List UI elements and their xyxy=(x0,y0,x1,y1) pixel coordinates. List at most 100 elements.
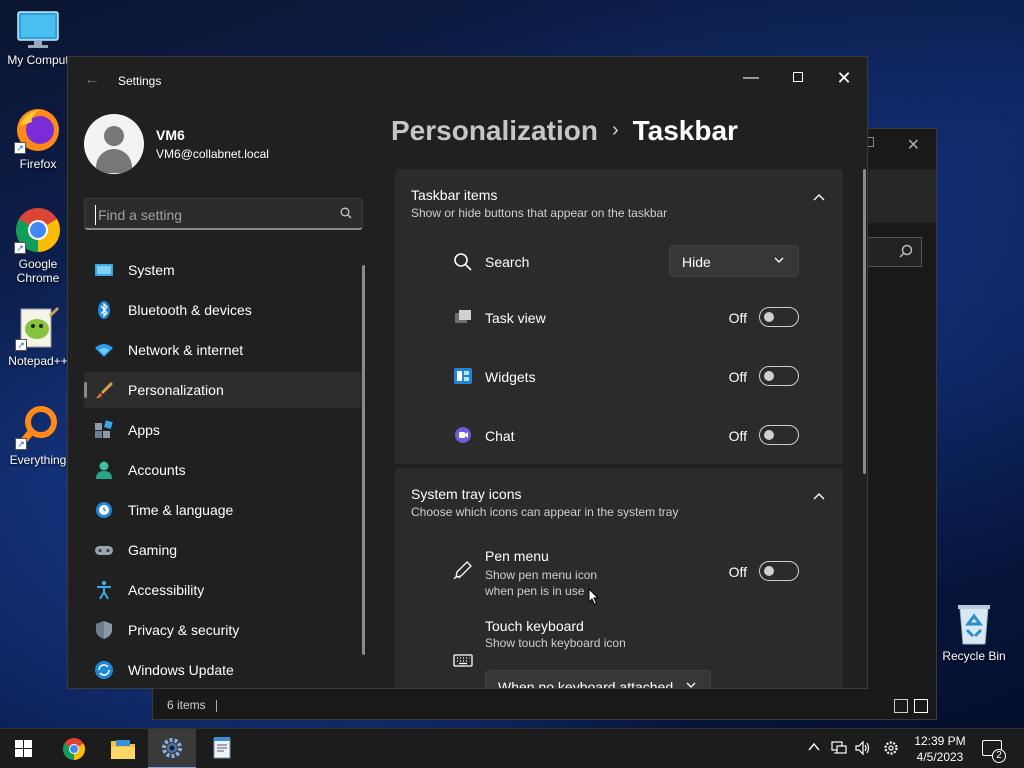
details-view-icon[interactable] xyxy=(894,699,908,713)
avatar-head-icon xyxy=(104,126,124,146)
gear-icon[interactable] xyxy=(883,740,899,756)
network-icon xyxy=(95,344,113,357)
maximize-button[interactable] xyxy=(775,63,821,93)
taskbar-settings[interactable] xyxy=(148,729,196,768)
desktop-icon-everything[interactable]: ↗ Everything xyxy=(0,404,76,467)
taskbar-items-header[interactable]: Taskbar items Show or hide buttons that … xyxy=(395,169,843,235)
taskbar-items-section: Taskbar items Show or hide buttons that … xyxy=(395,169,843,464)
nav-label: Personalization xyxy=(128,382,224,398)
recycle-bin-icon xyxy=(954,602,994,646)
search-mode-dropdown[interactable]: Hide xyxy=(669,245,799,277)
touch-keyboard-dropdown[interactable]: When no keyboard attached xyxy=(485,670,711,689)
gaming-icon xyxy=(95,546,113,555)
chevron-up-icon[interactable] xyxy=(808,740,820,754)
widgets-icon xyxy=(454,368,472,384)
desktop-icon-firefox[interactable]: ↗ Firefox xyxy=(0,106,76,171)
task-view-icon xyxy=(455,310,471,323)
nav-item-privacy-security[interactable]: Privacy & security xyxy=(84,612,362,648)
find-setting-input[interactable] xyxy=(95,205,325,225)
toggle-state: Off xyxy=(728,428,747,444)
nav-item-apps[interactable]: Apps xyxy=(84,412,362,448)
breadcrumb-parent[interactable]: Personalization xyxy=(391,115,598,146)
back-arrow-icon[interactable]: ← xyxy=(84,71,100,89)
desktop-icon-chrome[interactable]: ↗ Google Chrome xyxy=(0,206,76,285)
nav-item-gaming[interactable]: Gaming xyxy=(84,532,362,568)
task-view-toggle[interactable] xyxy=(759,307,799,327)
everything-search-icon: ↗ xyxy=(15,404,61,450)
nav-item-accounts[interactable]: Accounts xyxy=(84,452,362,488)
nav-item-bluetooth[interactable]: Bluetooth & devices xyxy=(84,292,362,328)
avatar[interactable] xyxy=(84,114,144,174)
taskbar-file-explorer[interactable] xyxy=(99,729,147,768)
chevron-up-icon[interactable] xyxy=(813,193,825,201)
setting-row-search: Search Hide xyxy=(395,237,843,287)
bluetooth-icon xyxy=(98,301,110,319)
content-scrollbar[interactable] xyxy=(863,169,866,474)
windows-update-icon xyxy=(95,661,113,679)
status-separator xyxy=(215,699,217,712)
explorer-search-box[interactable] xyxy=(862,237,922,267)
system-clock[interactable]: 12:39 PM 4/5/2023 xyxy=(912,733,968,765)
nav-label: Gaming xyxy=(128,542,178,558)
volume-icon[interactable] xyxy=(855,740,871,756)
dropdown-value: When no keyboard attached xyxy=(498,679,674,689)
large-icons-view-icon[interactable] xyxy=(914,699,928,713)
toggle-state: Off xyxy=(728,310,747,326)
minimize-button[interactable]: — xyxy=(728,63,774,93)
nav-item-accessibility[interactable]: Accessibility xyxy=(84,572,362,608)
profile-email: VM6@collabnet.local xyxy=(156,147,269,161)
clock-time: 12:39 PM xyxy=(914,734,966,748)
search-icon[interactable] xyxy=(340,207,352,219)
pen-menu-toggle[interactable] xyxy=(759,561,799,581)
chevron-up-icon[interactable] xyxy=(813,492,825,500)
toggle-state: Off xyxy=(728,369,747,385)
desktop-icon-label: Firefox xyxy=(19,157,57,171)
desktop-icon-label: Everything xyxy=(9,453,67,467)
desktop-icon-notepad-plus-plus[interactable]: ↗ Notepad++ xyxy=(0,305,76,368)
nav-item-network[interactable]: Network & internet xyxy=(84,332,362,368)
setting-description: Show pen menu icon when pen is in use xyxy=(485,568,598,598)
network-icon[interactable] xyxy=(831,740,847,756)
system-icon xyxy=(95,264,113,276)
desktop-icon-recycle-bin[interactable]: Recycle Bin xyxy=(936,602,1012,663)
setting-label: Touch keyboard xyxy=(485,618,584,634)
setting-label: Chat xyxy=(485,428,515,444)
taskbar-chrome[interactable] xyxy=(50,729,98,768)
notepad-icon xyxy=(213,737,231,759)
nav-item-personalization[interactable]: Personalization xyxy=(84,372,362,408)
close-icon[interactable]: ✕ xyxy=(907,135,920,155)
taskbar: 12:39 PM 4/5/2023 2 xyxy=(0,728,1024,768)
notepad-plus-plus-icon: ↗ xyxy=(15,305,61,351)
nav-item-windows-update[interactable]: Windows Update xyxy=(84,652,362,688)
desktop-icon-label: My Comput xyxy=(7,53,69,67)
title-bar[interactable]: ← Settings — ✕ xyxy=(68,57,867,105)
taskbar-notepad[interactable] xyxy=(198,729,246,768)
toggle-knob xyxy=(764,312,774,322)
nav-label: Time & language xyxy=(128,502,234,518)
shortcut-arrow-icon: ↗ xyxy=(14,242,26,254)
nav-scrollbar[interactable] xyxy=(362,265,365,655)
avatar-body-icon xyxy=(96,149,132,173)
profile-name: VM6 xyxy=(156,127,185,143)
nav-item-system[interactable]: System xyxy=(84,252,362,288)
start-button[interactable] xyxy=(0,729,48,768)
user-profile[interactable]: VM6 VM6@collabnet.local xyxy=(84,114,384,174)
chrome-icon xyxy=(63,738,85,760)
chevron-down-icon xyxy=(686,682,696,688)
close-button[interactable]: ✕ xyxy=(821,63,867,93)
settings-content: Taskbar items Show or hide buttons that … xyxy=(395,169,843,689)
find-setting-box[interactable] xyxy=(84,198,363,230)
widgets-toggle[interactable] xyxy=(759,366,799,386)
chat-toggle[interactable] xyxy=(759,425,799,445)
mouse-cursor-icon xyxy=(588,588,600,606)
desktop-icon-label: Recycle Bin xyxy=(942,649,1006,663)
pen-icon xyxy=(453,561,472,580)
setting-label: Task view xyxy=(485,310,546,326)
nav-item-time-language[interactable]: Time & language xyxy=(84,492,362,528)
shortcut-arrow-icon: ↗ xyxy=(15,339,27,351)
nav-label: Apps xyxy=(128,422,160,438)
notification-badge: 2 xyxy=(992,749,1006,763)
desktop-icon-my-computer[interactable]: My Comput xyxy=(0,10,76,67)
dropdown-value: Hide xyxy=(682,254,711,270)
system-tray-header[interactable]: System tray icons Choose which icons can… xyxy=(395,468,843,534)
